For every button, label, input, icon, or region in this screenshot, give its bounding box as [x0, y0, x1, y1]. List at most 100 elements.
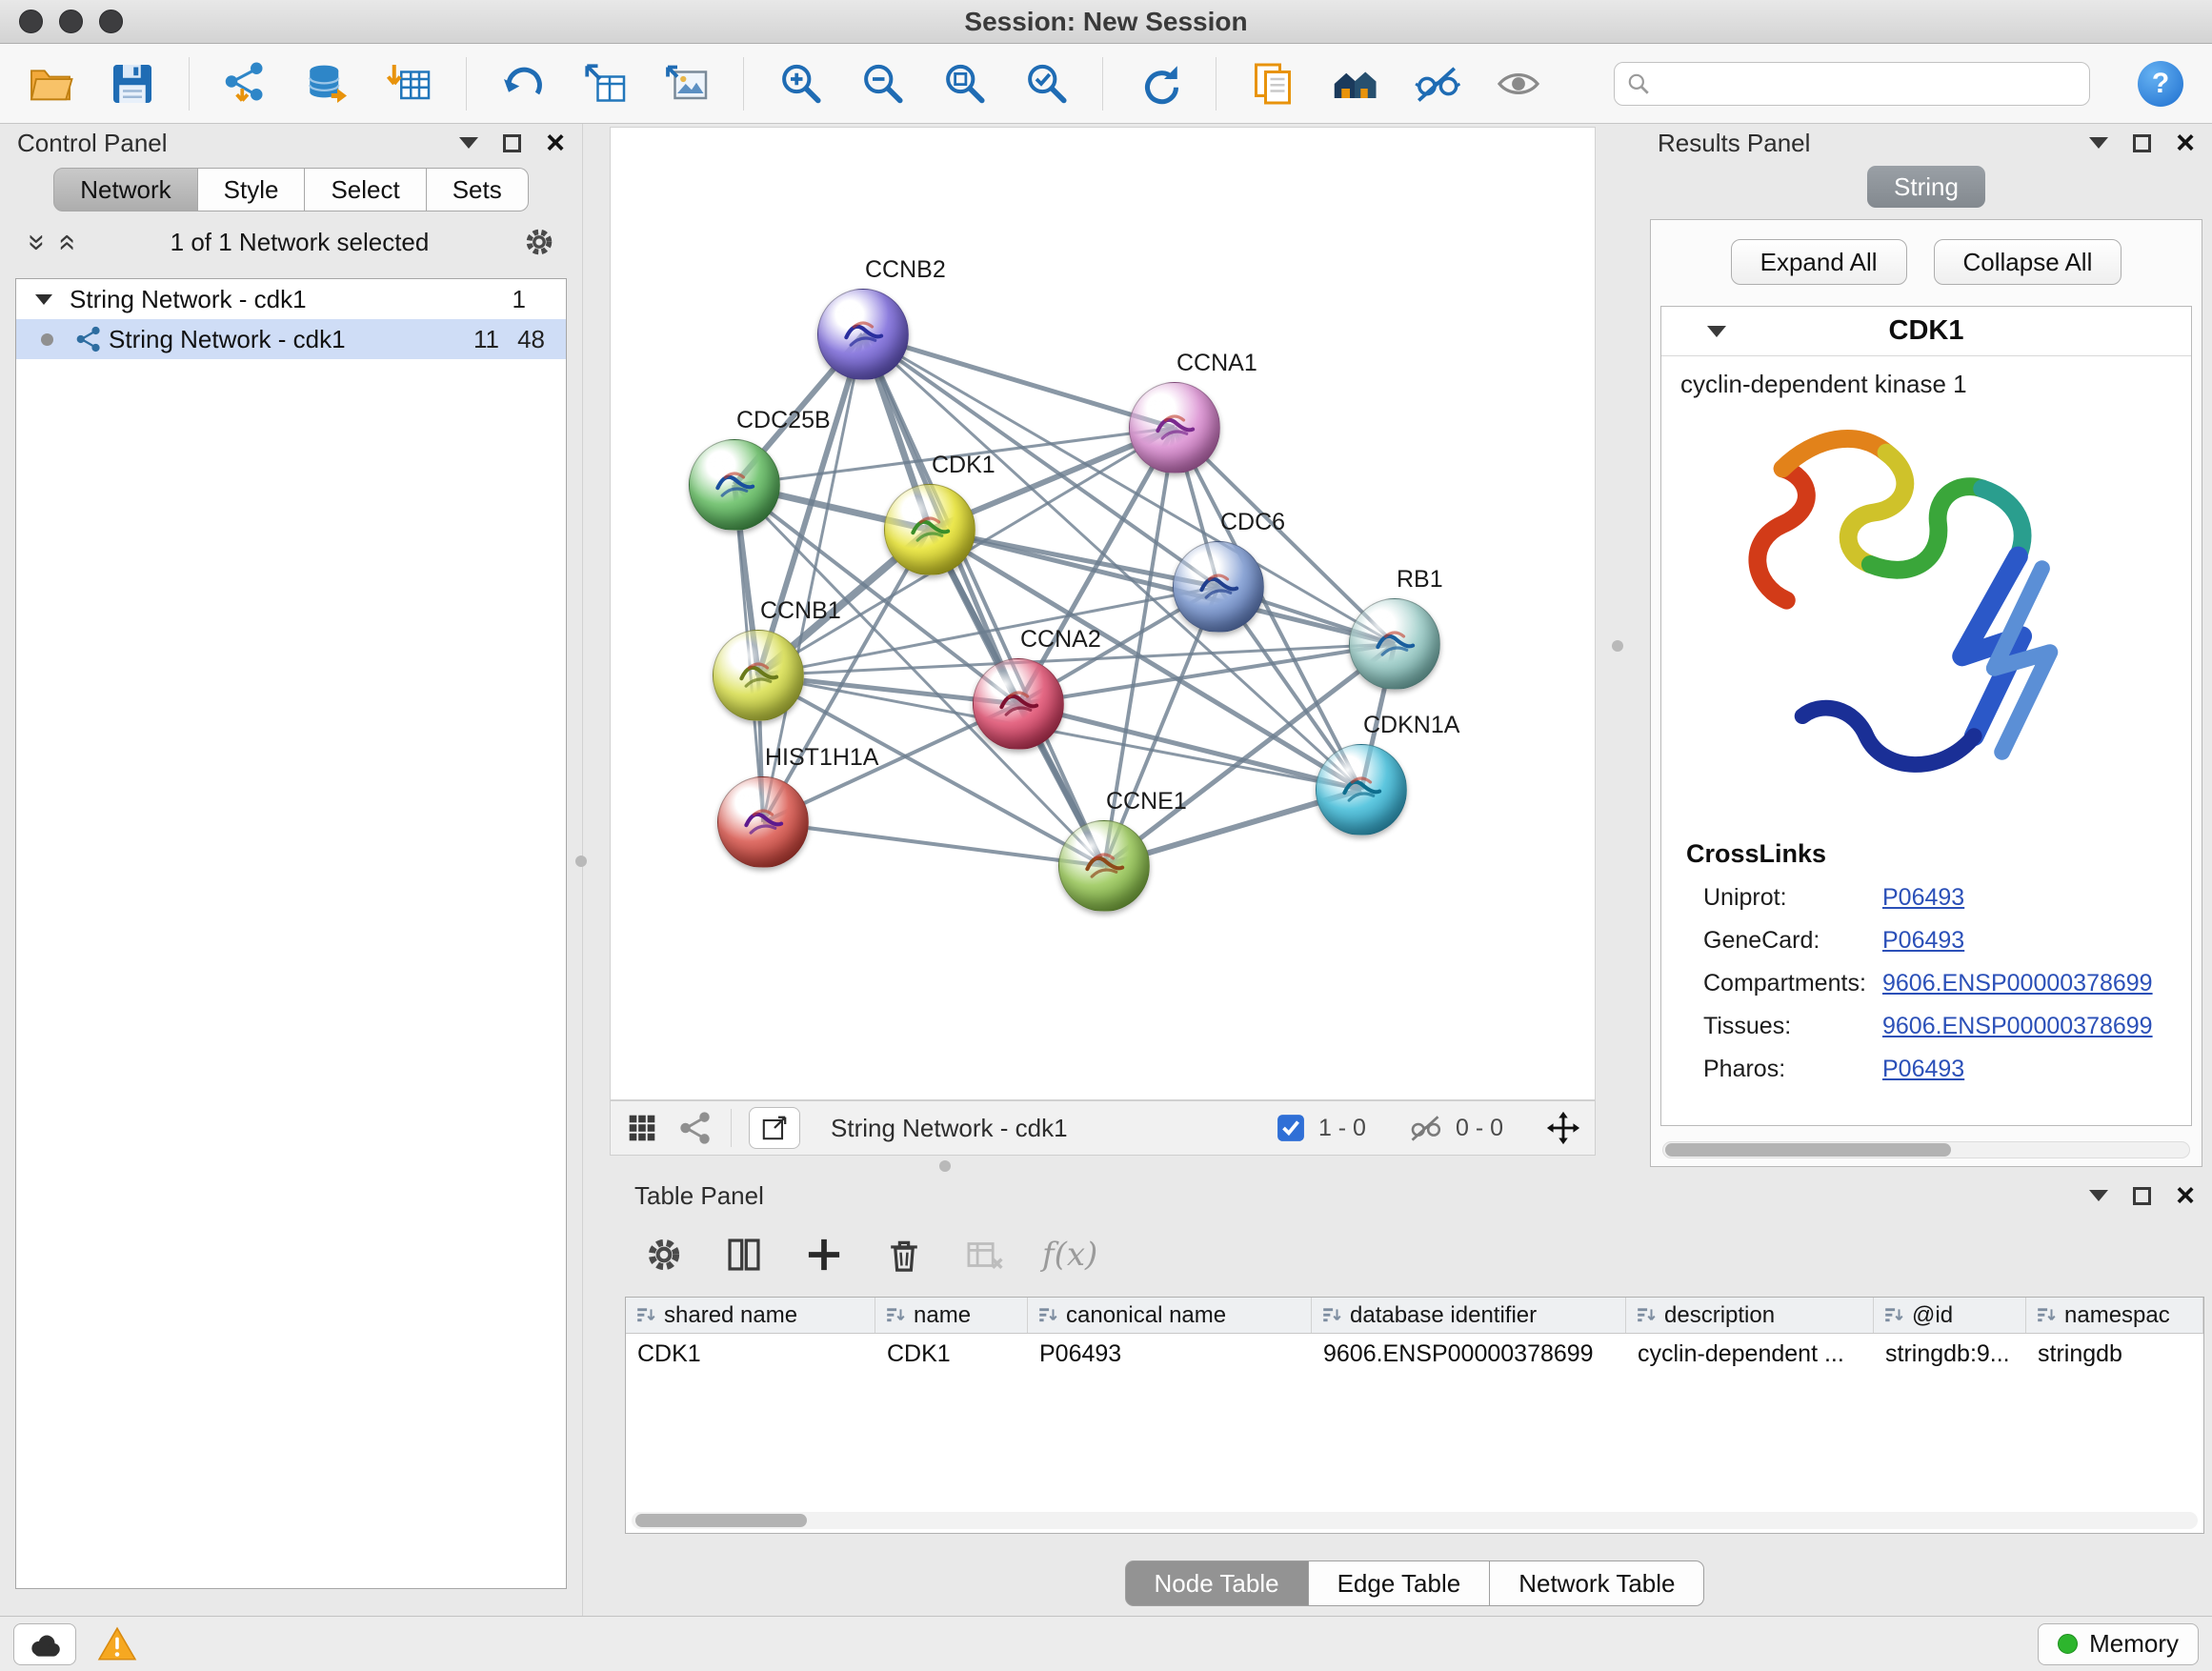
- tab-network[interactable]: Network: [53, 168, 197, 211]
- scrollbar-thumb[interactable]: [1665, 1143, 1951, 1157]
- zoom-selected-button[interactable]: [1016, 54, 1076, 113]
- collapse-all-networks-icon[interactable]: »: [48, 229, 83, 255]
- tab-network-table[interactable]: Network Table: [1490, 1560, 1704, 1606]
- hide-glasses-button[interactable]: [1407, 54, 1466, 113]
- import-network-database-button[interactable]: [298, 54, 357, 113]
- network-node-CCNB1[interactable]: [713, 630, 804, 721]
- close-panel-icon[interactable]: ×: [2176, 127, 2195, 159]
- cloud-button[interactable]: [13, 1623, 76, 1665]
- zoom-in-button[interactable]: [771, 54, 830, 113]
- tab-sets[interactable]: Sets: [427, 168, 529, 211]
- table-horizontal-scrollbar[interactable]: [632, 1512, 2198, 1529]
- table-cell[interactable]: P06493: [1028, 1334, 1312, 1374]
- tab-string[interactable]: String: [1867, 166, 1985, 208]
- crosslink-link[interactable]: P06493: [1882, 1056, 1964, 1083]
- tab-style[interactable]: Style: [198, 168, 306, 211]
- network-options-gear-icon[interactable]: [521, 224, 557, 260]
- network-node-RB1[interactable]: [1349, 598, 1440, 690]
- table-cell[interactable]: CDK1: [626, 1334, 875, 1374]
- network-node-CCNE1[interactable]: [1058, 820, 1150, 912]
- delete-column-icon[interactable]: [882, 1233, 926, 1277]
- column-header[interactable]: description: [1626, 1298, 1874, 1333]
- table-cell[interactable]: CDK1: [875, 1334, 1028, 1374]
- collection-disclosure-icon[interactable]: [35, 294, 52, 305]
- import-network-file-button[interactable]: [216, 54, 275, 113]
- network-view-share-icon[interactable]: [677, 1110, 714, 1146]
- network-collection-row[interactable]: String Network - cdk1 1: [16, 279, 566, 319]
- zoom-out-button[interactable]: [853, 54, 912, 113]
- table-cell[interactable]: stringdb:9...: [1874, 1334, 2026, 1374]
- results-horizontal-scrollbar[interactable]: [1662, 1141, 2190, 1158]
- network-node-CDC6[interactable]: [1173, 541, 1264, 633]
- tab-edge-table[interactable]: Edge Table: [1309, 1560, 1491, 1606]
- column-header[interactable]: name: [875, 1298, 1028, 1333]
- float-panel-icon[interactable]: [2133, 134, 2151, 152]
- tab-node-table[interactable]: Node Table: [1125, 1560, 1309, 1606]
- crosslink-link[interactable]: P06493: [1882, 927, 1964, 955]
- add-column-icon[interactable]: [802, 1233, 846, 1277]
- collapse-all-button[interactable]: Collapse All: [1934, 239, 2122, 285]
- zoom-fit-button[interactable]: [935, 54, 994, 113]
- crosslink-link[interactable]: 9606.ENSP00000378699: [1882, 970, 2153, 997]
- crosslink-link[interactable]: 9606.ENSP00000378699: [1882, 1013, 2153, 1040]
- crosslink-link[interactable]: P06493: [1882, 884, 1964, 912]
- close-panel-icon[interactable]: ×: [2176, 1179, 2195, 1212]
- network-node-CDC25B[interactable]: [689, 439, 780, 531]
- grid-view-icon[interactable]: [624, 1110, 660, 1146]
- table-cell[interactable]: stringdb: [2026, 1334, 2203, 1374]
- protein-header[interactable]: CDK1: [1661, 307, 2191, 356]
- network-from-selection-button[interactable]: [493, 54, 553, 113]
- selected-checkbox-icon[interactable]: [1277, 1114, 1305, 1142]
- scrollbar-thumb[interactable]: [635, 1514, 807, 1527]
- toolbar-search[interactable]: [1614, 62, 2090, 106]
- float-panel-icon[interactable]: [2133, 1187, 2151, 1205]
- panel-menu-icon[interactable]: [459, 137, 478, 149]
- expand-all-button[interactable]: Expand All: [1731, 239, 1907, 285]
- splitter-handle[interactable]: [575, 856, 587, 867]
- show-columns-icon[interactable]: [722, 1233, 766, 1277]
- protein-disclosure-icon[interactable]: [1707, 326, 1726, 337]
- network-node-CDKN1A[interactable]: [1316, 744, 1407, 836]
- panel-menu-icon[interactable]: [2089, 1190, 2108, 1201]
- splitter-handle[interactable]: [939, 1160, 951, 1172]
- network-node-CCNA2[interactable]: [973, 658, 1064, 750]
- tab-select[interactable]: Select: [305, 168, 426, 211]
- show-eye-button[interactable]: [1489, 54, 1548, 113]
- pan-crosshair-icon[interactable]: [1545, 1110, 1581, 1146]
- table-cell[interactable]: 9606.ENSP00000378699: [1312, 1334, 1626, 1374]
- warnings-button[interactable]: [97, 1624, 137, 1664]
- open-session-button[interactable]: [21, 54, 80, 113]
- column-header[interactable]: namespac: [2026, 1298, 2203, 1333]
- close-panel-icon[interactable]: ×: [546, 127, 565, 159]
- network-node-CCNB2[interactable]: [817, 289, 909, 380]
- minimize-window-button[interactable]: [59, 10, 83, 33]
- column-header[interactable]: canonical name: [1028, 1298, 1312, 1333]
- table-options-gear-icon[interactable]: [642, 1233, 686, 1277]
- string-home-button[interactable]: [1325, 54, 1384, 113]
- function-builder-icon[interactable]: f(x): [1042, 1236, 1097, 1274]
- network-row[interactable]: String Network - cdk1 11 48: [16, 319, 566, 359]
- column-header[interactable]: shared name: [626, 1298, 875, 1333]
- memory-button[interactable]: Memory: [2038, 1623, 2199, 1665]
- apply-layout-button[interactable]: [1130, 54, 1189, 113]
- network-node-CDK1[interactable]: [884, 484, 975, 575]
- table-cell[interactable]: cyclin-dependent ...: [1626, 1334, 1874, 1374]
- column-header[interactable]: @id: [1874, 1298, 2026, 1333]
- export-image-button[interactable]: [657, 54, 716, 113]
- import-table-file-button[interactable]: [380, 54, 439, 113]
- zoom-window-button[interactable]: [99, 10, 123, 33]
- export-table-button[interactable]: [575, 54, 634, 113]
- save-session-button[interactable]: [103, 54, 162, 113]
- splitter-handle[interactable]: [1612, 640, 1623, 652]
- network-canvas[interactable]: CCNB2CCNA1CDC25BCDK1CDC6RB1CCNB1CCNA2CDK…: [610, 127, 1596, 1100]
- panel-menu-icon[interactable]: [2089, 137, 2108, 149]
- close-window-button[interactable]: [19, 10, 43, 33]
- network-node-CCNA1[interactable]: [1129, 382, 1220, 473]
- table-row[interactable]: CDK1 CDK1 P06493 9606.ENSP00000378699 cy…: [626, 1334, 2203, 1374]
- search-input[interactable]: [1659, 70, 2078, 97]
- copy-document-button[interactable]: [1243, 54, 1302, 113]
- column-header[interactable]: database identifier: [1312, 1298, 1626, 1333]
- help-button[interactable]: ?: [2138, 61, 2183, 107]
- detach-view-button[interactable]: [749, 1107, 800, 1149]
- network-node-HIST1H1A[interactable]: [717, 776, 809, 868]
